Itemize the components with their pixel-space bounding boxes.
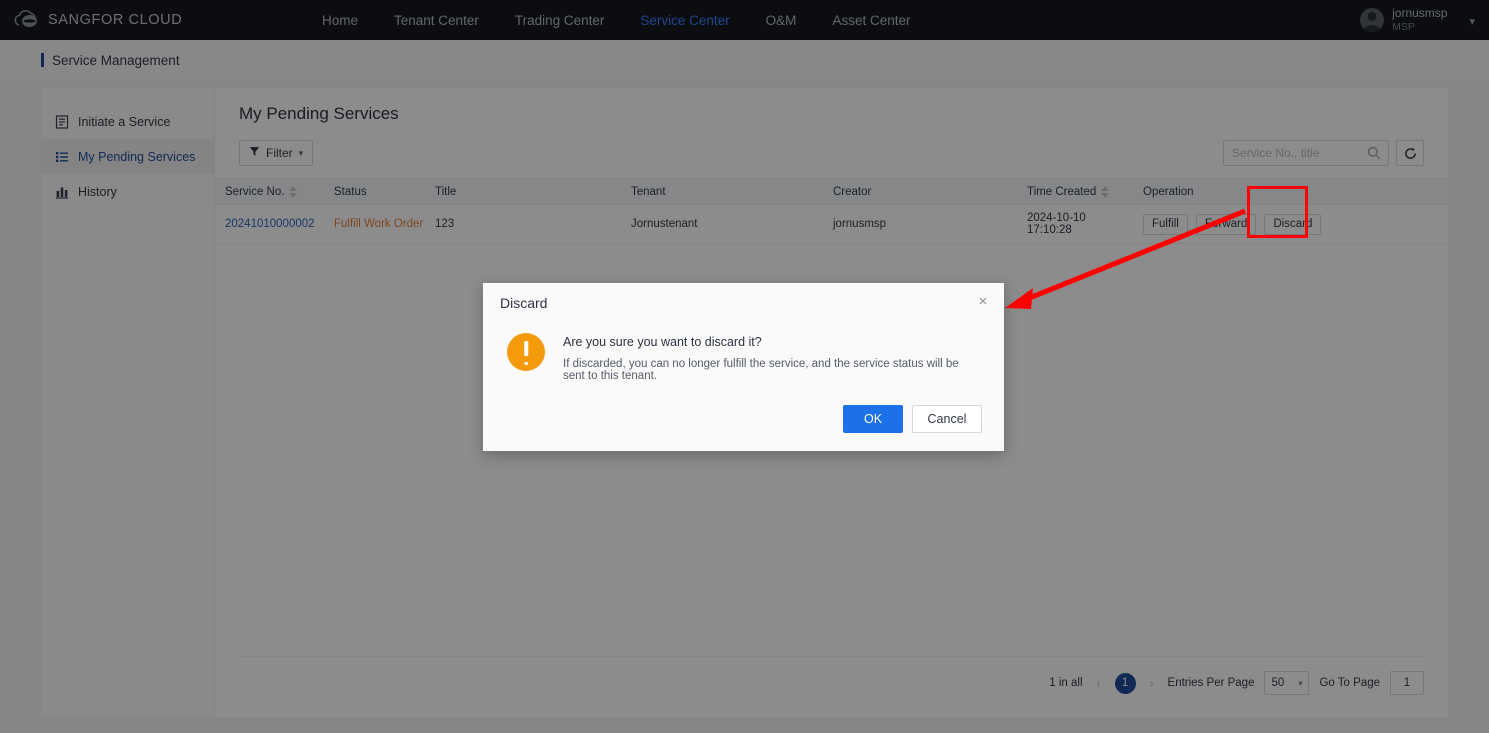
dialog-text-block: Are you sure you want to discard it? If …	[563, 331, 980, 382]
dialog-title: Discard	[500, 295, 548, 311]
dialog-description: If discarded, you can no longer fulfill …	[563, 358, 959, 382]
ok-button[interactable]: OK	[843, 405, 903, 433]
close-icon[interactable]: ×	[975, 294, 991, 310]
cancel-button[interactable]: Cancel	[912, 405, 982, 433]
dialog-footer: OK Cancel	[843, 405, 982, 433]
dialog-header: Discard ×	[483, 283, 1004, 323]
dialog-question: Are you sure you want to discard it?	[563, 335, 762, 349]
app-root: SANGFOR CLOUD Home Tenant Center Trading…	[0, 0, 1489, 733]
discard-confirm-dialog: Discard × Are you sure you want to disca…	[483, 283, 1004, 451]
warning-exclamation-icon	[507, 333, 545, 371]
dialog-body: Are you sure you want to discard it? If …	[483, 323, 1004, 382]
